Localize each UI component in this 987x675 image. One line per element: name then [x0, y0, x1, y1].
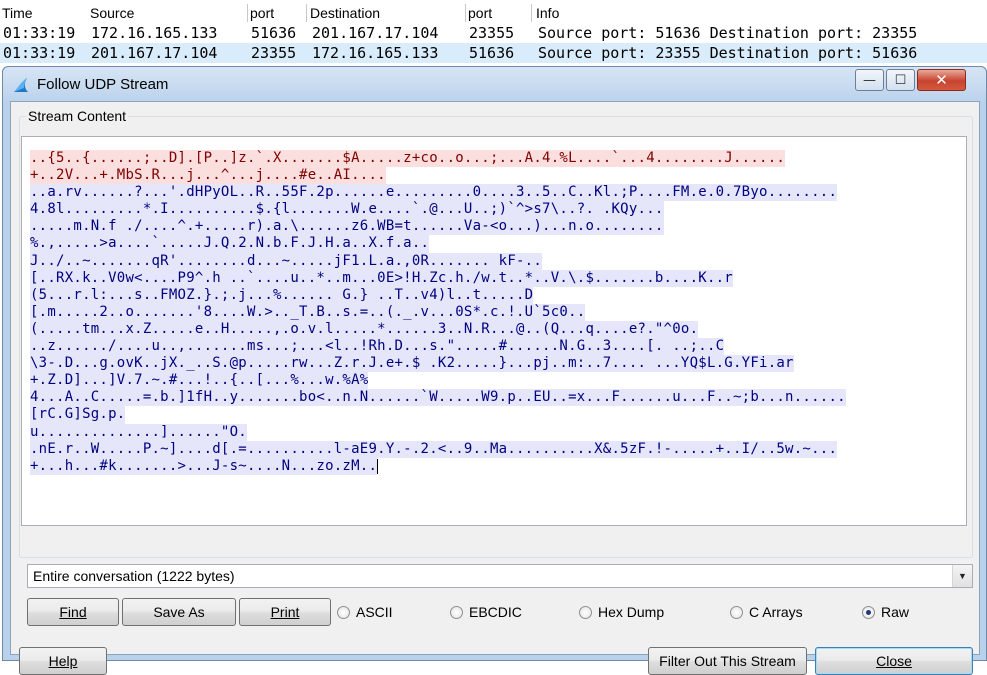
stream-line: .nE.r..W.....P.~]....d[.=..........l-aE9…: [30, 440, 838, 458]
cell-source: 201.167.17.104: [91, 44, 218, 62]
packet-list: Time Source port Destination port Info 0…: [0, 0, 987, 66]
stream-line: u..............]......"O.: [30, 423, 247, 441]
cell-source-port: 23355: [251, 44, 297, 62]
cell-destination: 172.16.165.133: [312, 44, 439, 62]
print-button[interactable]: Print: [239, 598, 331, 626]
column-source[interactable]: Source: [90, 5, 134, 21]
cell-destination: 201.167.17.104: [312, 24, 439, 42]
radio-circle[interactable]: [730, 605, 743, 619]
cell-destination-port: 51636: [469, 44, 515, 62]
chevron-down-icon[interactable]: ▼: [952, 565, 972, 587]
packet-row[interactable]: 01:33:19 201.167.17.104 23355 172.16.165…: [0, 43, 987, 63]
minimize-button[interactable]: —: [855, 69, 884, 91]
dialog-client-area: Stream Content ..{5..{......;..D].[P..]z…: [10, 101, 980, 675]
minimize-icon: —: [863, 72, 876, 88]
radio-circle-selected[interactable]: [862, 605, 875, 619]
radio-circle[interactable]: [579, 605, 592, 619]
column-divider: [306, 4, 307, 22]
column-divider: [531, 4, 532, 22]
window-close-button[interactable]: ✕: [917, 69, 966, 91]
format-radio-hex-dump[interactable]: Hex Dump: [579, 604, 664, 620]
packet-list-header: Time Source port Destination port Info: [0, 4, 987, 22]
cell-time: 01:33:19: [3, 44, 76, 62]
column-info[interactable]: Info: [536, 5, 559, 21]
conversation-select[interactable]: Entire conversation (1222 bytes) ▼: [27, 564, 973, 588]
stream-line: 4.8l.........*.I..........$.{l.......W.e…: [30, 201, 664, 219]
stream-line: +.Z.D]...]V.7.~.#...!..{..[...%...w.%A%: [30, 372, 369, 390]
stream-content-text[interactable]: ..{5..{......;..D].[P..]z.`.X.......$A..…: [21, 136, 967, 526]
column-destination[interactable]: Destination: [310, 5, 380, 21]
stream-line: ..{5..{......;..D].[P..]z.`.X.......$A..…: [30, 150, 786, 168]
format-radio-c-arrays[interactable]: C Arrays: [730, 604, 803, 620]
close-button[interactable]: Close: [815, 647, 973, 675]
dialog-titlebar[interactable]: Follow UDP Stream — ☐ ✕: [3, 67, 986, 101]
stream-line: 4...A..C.....=.b.]1fH..y.......bo<..n.N.…: [30, 389, 846, 407]
radio-circle[interactable]: [450, 605, 463, 619]
stream-line: (.....tm...x.Z.....e..H.....,.o.v.l.....…: [30, 320, 699, 339]
column-source-port[interactable]: port: [250, 5, 274, 21]
cell-destination-port: 23355: [469, 24, 515, 42]
wireshark-fin-icon: [14, 78, 28, 92]
stream-content-label: Stream Content: [26, 108, 129, 124]
text-cursor: [377, 458, 379, 474]
stream-line: [rC.G]Sg.p.: [30, 406, 126, 424]
cell-info: Source port: 51636 Destination port: 233…: [538, 24, 918, 42]
packet-row[interactable]: 01:33:19 172.16.165.133 51636 201.167.17…: [0, 23, 987, 43]
format-radio-ascii[interactable]: ASCII: [337, 604, 393, 620]
close-icon: ✕: [935, 71, 948, 89]
find-button[interactable]: Find: [27, 598, 119, 626]
format-radio-ebcdic[interactable]: EBCDIC: [450, 604, 522, 620]
stream-line: [.m.....2..o.......'8....W.>.._T.B..s.=.…: [30, 303, 586, 321]
filter-out-stream-button[interactable]: Filter Out This Stream: [648, 647, 807, 675]
stream-line: J../..~.......qR'........d...~.....jF1.L…: [30, 252, 543, 270]
radio-circle[interactable]: [337, 605, 350, 619]
maximize-button[interactable]: ☐: [886, 69, 915, 91]
stream-line: [..RX.k..V0w<....P9^.h ..`....u..*..m...…: [30, 269, 733, 287]
dialog-title: Follow UDP Stream: [37, 76, 169, 93]
save-as-button[interactable]: Save As: [122, 598, 236, 626]
column-divider: [247, 4, 248, 22]
cell-info: Source port: 23355 Destination port: 516…: [538, 44, 918, 62]
column-time[interactable]: Time: [2, 5, 33, 21]
maximize-icon: ☐: [894, 72, 907, 88]
stream-line: ..z....../....u..,.......ms...;...<l..!R…: [30, 338, 725, 356]
column-destination-port[interactable]: port: [468, 5, 492, 21]
column-divider: [465, 4, 466, 22]
stream-line: \3-.D...g.ovK..jX._..S.@p.....rw...Z.r.J…: [30, 355, 794, 373]
stream-line: %.,.....>a....`.....J.Q.2.N.b.F.J.H.a..X…: [30, 235, 430, 253]
cell-source: 172.16.165.133: [91, 24, 218, 42]
help-button[interactable]: Help: [19, 647, 107, 675]
stream-line: (5...r.l:...s..FMOZ.}.;.j...%...... G.} …: [30, 286, 534, 304]
stream-line: +...h...#k.......>...J-s~....N...zo.zM..: [30, 457, 378, 475]
format-radio-raw[interactable]: Raw: [862, 604, 909, 620]
follow-udp-stream-dialog: Follow UDP Stream — ☐ ✕ Stream Content .…: [2, 66, 987, 675]
conversation-select-value: Entire conversation (1222 bytes): [33, 568, 235, 584]
stream-line: +..2V...+.MbS.R...j...^...j....#e..AI...…: [30, 167, 386, 185]
cell-source-port: 51636: [251, 24, 297, 42]
stream-line: ..a.rv......?...'.dHPyOL..R..55F.2p.....…: [30, 184, 838, 202]
stream-line: .....m.N.f ./....^.+.....r).a.\......z6.…: [30, 218, 664, 236]
cell-time: 01:33:19: [3, 24, 76, 42]
